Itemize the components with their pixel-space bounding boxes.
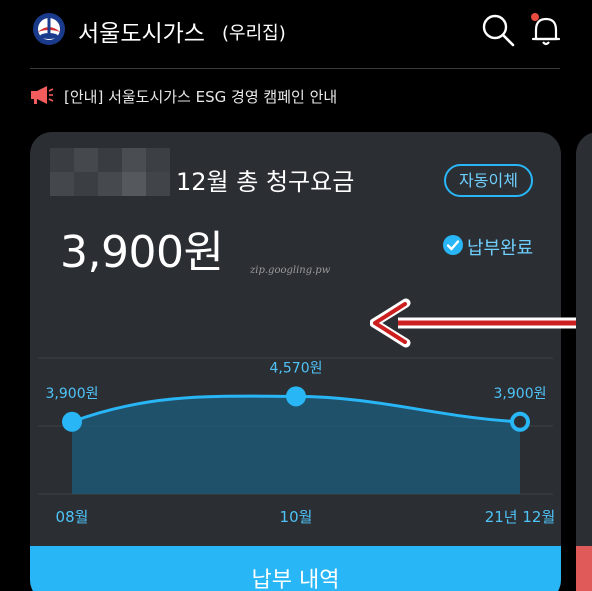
chart-area-fill	[72, 396, 520, 494]
chart-x-tick-label: 08월	[56, 508, 89, 526]
pay-history-button[interactable]: 납부 내역	[30, 546, 561, 591]
red-arrow-annotation	[370, 298, 576, 348]
seoul-city-gas-logo-icon	[33, 13, 65, 45]
header-divider	[30, 68, 560, 69]
payment-status-label: 납부완료	[467, 238, 534, 259]
notice-banner[interactable]: [안내] 서울도시가스 ESG 경영 캠페인 안내	[30, 84, 570, 108]
chart-point	[286, 386, 306, 407]
chart-point	[510, 411, 530, 432]
bell-icon[interactable]	[526, 10, 566, 50]
chart-point	[62, 411, 82, 432]
next-card-button-peek[interactable]	[576, 546, 592, 591]
chart-data-label: 3,900원	[494, 386, 547, 402]
chart-data-label: 4,570원	[270, 360, 323, 376]
chart-data-label: 3,900원	[46, 386, 99, 402]
watermark: zip.googling.pw	[250, 265, 331, 276]
chart-x-tick-label: 10월	[280, 508, 313, 526]
app-header: 서울도시가스 (우리집)	[0, 0, 592, 68]
chart-x-tick-label: 21년 12월	[485, 508, 556, 526]
bill-title: 12월 총 청구요금	[176, 168, 355, 196]
megaphone-icon	[31, 86, 54, 104]
home-label[interactable]: (우리집)	[222, 19, 286, 45]
bill-card: 12월 총 청구요금 자동이체 3,900원 납부완료 zip.googling…	[30, 132, 561, 591]
next-card-peek[interactable]	[576, 132, 592, 591]
check-circle-icon	[443, 235, 463, 255]
search-icon[interactable]	[480, 12, 516, 48]
usage-chart: 3,900원 4,570원 3,900원 08월 10월 21년 12월	[38, 357, 556, 526]
bill-amount: 3,900원	[60, 227, 224, 278]
blurred-customer-name	[50, 148, 170, 196]
notice-text: [안내] 서울도시가스 ESG 경영 캠페인 안내	[64, 88, 338, 106]
auto-pay-button[interactable]: 자동이체	[444, 164, 533, 197]
app-title: 서울도시가스	[78, 21, 205, 47]
notification-dot	[531, 13, 539, 21]
